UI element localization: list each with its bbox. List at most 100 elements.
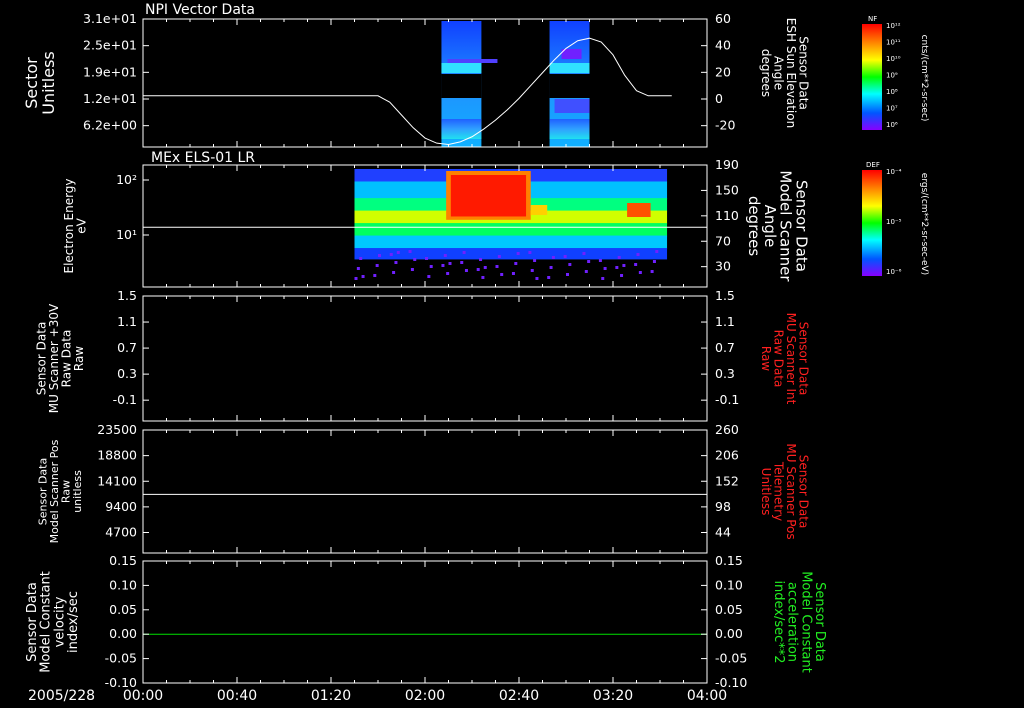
left-tick-label: 4700 [105, 525, 137, 540]
axis-label-line: degrees [759, 49, 773, 97]
left-tick-label: 2.5e+01 [83, 38, 137, 53]
panel4-left-label: Sensor DataModel Scanner PosRawunitless [37, 439, 85, 543]
right-tick-label: 0.15 [715, 553, 743, 568]
spectrogram-speck [601, 277, 605, 280]
colorbar-1-tick: 10⁷ [886, 105, 898, 113]
spectrogram-speck [533, 259, 537, 262]
left-tick-label: 9400 [105, 499, 137, 514]
data-gap [441, 74, 482, 82]
left-tick-label: 0.15 [109, 553, 137, 568]
right-tick-label: 190 [715, 157, 739, 172]
spectrogram-speck [563, 255, 567, 258]
spectrogram-speck [551, 256, 555, 259]
panel1-left-label: SectorUnitless [22, 51, 58, 115]
right-tick-label: 0.7 [715, 340, 735, 355]
spectrogram-patch [447, 59, 498, 63]
spectrogram-speck [634, 263, 638, 266]
left-tick-label: 0.7 [117, 340, 137, 355]
left-tick-label: 0.10 [109, 577, 137, 592]
axis-label-line: Raw [759, 346, 773, 371]
right-tick-label: 260 [715, 422, 739, 437]
right-tick-label: 0.3 [715, 366, 735, 381]
colorbar-1-label: NF [868, 15, 877, 23]
time-tick-label: 00:40 [217, 688, 257, 704]
spectrogram-speck [356, 267, 360, 270]
right-tick-label: 30 [715, 259, 731, 274]
panel3-right-label: Sensor DataMU Scanner IntRaw DataRaw [759, 313, 811, 405]
axis-label-line: index/sec [66, 591, 81, 653]
time-tick-label: 02:40 [499, 688, 539, 704]
panel3-left-label: Sensor DataMU Scanner +30VRaw DataRaw [34, 303, 86, 413]
spectrogram-speck [617, 256, 621, 259]
right-tick-label: 40 [715, 38, 731, 53]
spectrogram-speck [528, 251, 532, 254]
left-tick-label: 1.1 [117, 314, 137, 329]
left-tick-label: 23500 [97, 422, 137, 437]
panel1-frame [142, 18, 708, 148]
spectrogram-speck [460, 261, 464, 264]
colorbar-1-tick: 10¹¹ [886, 39, 901, 47]
spectrogram-speck [354, 277, 358, 280]
spectrogram-speck [495, 265, 499, 268]
panel3-frame [142, 295, 708, 422]
panel4-frame [142, 429, 708, 554]
spectrogram-speck [500, 273, 504, 276]
right-tick-label: -0.05 [715, 651, 747, 666]
left-tick-label: 10¹ [116, 227, 137, 242]
panel1-right-label: Sensor DataESH Sun ElevationAngledegrees [759, 18, 811, 128]
spectrogram-patch [530, 205, 548, 215]
spectrogram-speck [359, 257, 363, 260]
colorbar-1-tick: 10⁸ [886, 88, 898, 96]
spectrogram-speck [427, 275, 431, 278]
left-tick-label: 0.05 [109, 602, 137, 617]
right-tick-label: 0.05 [715, 602, 743, 617]
right-tick-label: 70 [715, 233, 731, 248]
spectrogram-speck [530, 269, 534, 272]
spectrogram-speck [511, 272, 515, 275]
spectrogram-speck [375, 264, 379, 267]
spectrogram-speck [598, 259, 602, 262]
right-tick-label: 20 [715, 64, 731, 79]
left-tick-label: 1.5 [117, 288, 137, 303]
spectrogram-speck [655, 250, 659, 253]
right-tick-label: -20 [715, 118, 735, 133]
panel1-title: NPI Vector Data [145, 2, 255, 18]
spectrogram-speck [378, 254, 381, 257]
spectrogram-speck [587, 260, 591, 263]
spectrogram-band [441, 119, 482, 139]
left-tick-label: 3.1e+01 [83, 11, 137, 26]
spectrogram-speck [413, 258, 417, 261]
spectrogram-speck [622, 264, 626, 267]
date-label: 2005/228 [28, 688, 95, 704]
panel2-title: MEx ELS-01 LR [151, 150, 255, 166]
figure: NPI Vector Data 3.1e+01 2.5e+01 1.9e+01 1.2e… [22, 2, 929, 704]
colorbar-1 [862, 24, 882, 130]
spectrogram-speck [481, 276, 485, 279]
right-tick-label: 0 [715, 91, 723, 106]
time-tick-label: 03:20 [593, 688, 633, 704]
left-tick-label: 0.00 [109, 626, 137, 641]
right-tick-label: 1.1 [715, 314, 735, 329]
spectrogram-speck [396, 251, 400, 254]
axis-label-line: unitless [71, 470, 84, 513]
spectrogram-speck [497, 255, 501, 258]
left-tick-label: 1.2e+01 [83, 91, 137, 106]
axis-label-line: Raw [72, 346, 86, 371]
spectrogram-speck [373, 274, 377, 277]
left-tick-label: -0.05 [105, 651, 137, 666]
panel5-frame [142, 560, 708, 684]
spectrogram-band [549, 63, 590, 73]
colorbar-2 [862, 170, 882, 276]
spectrogram-speck [514, 262, 518, 265]
colorbar-2-tick: 10⁻⁶ [886, 268, 902, 276]
spectrogram-speck [652, 260, 656, 263]
spectrogram-speck [535, 277, 539, 280]
spectrogram-patch [554, 99, 590, 113]
spectrogram-speck [410, 268, 414, 271]
spectrogram-speck [429, 265, 433, 268]
right-tick-label: 152 [715, 473, 739, 488]
time-tick-label: 00:00 [123, 688, 163, 704]
spectrogram-speck [464, 269, 468, 272]
axis-label-line: cnts/(cm**2-sr-sec) [919, 35, 929, 122]
spectrogram-band [441, 63, 482, 73]
